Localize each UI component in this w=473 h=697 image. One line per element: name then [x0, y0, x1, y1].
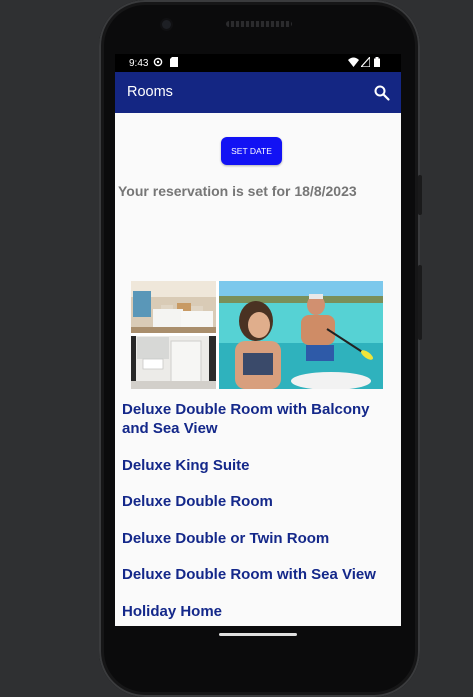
- app-bar: Rooms: [115, 72, 401, 113]
- page-title: Rooms: [127, 84, 173, 100]
- signal-icon: [361, 57, 370, 67]
- list-item[interactable]: Deluxe Double Room with Balcony and Sea …: [122, 400, 394, 438]
- kayak-photo: [219, 281, 383, 389]
- rooms-content[interactable]: SET DATE Your reservation is set for 18/…: [115, 113, 401, 626]
- set-date-button[interactable]: SET DATE: [221, 137, 282, 165]
- volume-button[interactable]: [418, 175, 422, 215]
- search-icon[interactable]: [373, 84, 391, 102]
- list-item[interactable]: Deluxe Double Room: [122, 492, 394, 511]
- power-button[interactable]: [418, 265, 422, 340]
- gesture-nav-handle[interactable]: [219, 633, 297, 636]
- status-time: 9:43: [129, 58, 149, 69]
- bathroom-photo: [131, 336, 216, 389]
- sd-card-icon: [170, 57, 178, 67]
- wifi-icon: [348, 57, 359, 67]
- phone-screen: 9:43 Rooms SET DATE Your reservation is …: [115, 54, 401, 626]
- status-bar: 9:43: [115, 54, 401, 72]
- room-photo-collage[interactable]: [131, 281, 383, 389]
- earpiece-speaker: [226, 21, 292, 27]
- list-item[interactable]: Holiday Home: [122, 602, 394, 621]
- list-item[interactable]: Deluxe Double Room with Sea View: [122, 565, 394, 584]
- room-list: Deluxe Double Room with Balcony and Sea …: [122, 400, 394, 626]
- bedroom-photo: [131, 281, 216, 333]
- battery-icon: [374, 57, 380, 67]
- front-camera: [162, 20, 171, 29]
- list-item[interactable]: Deluxe King Suite: [122, 456, 394, 475]
- list-item[interactable]: Deluxe Double or Twin Room: [122, 529, 394, 548]
- reservation-text: Your reservation is set for 18/8/2023: [118, 183, 357, 199]
- settings-icon: [153, 57, 163, 67]
